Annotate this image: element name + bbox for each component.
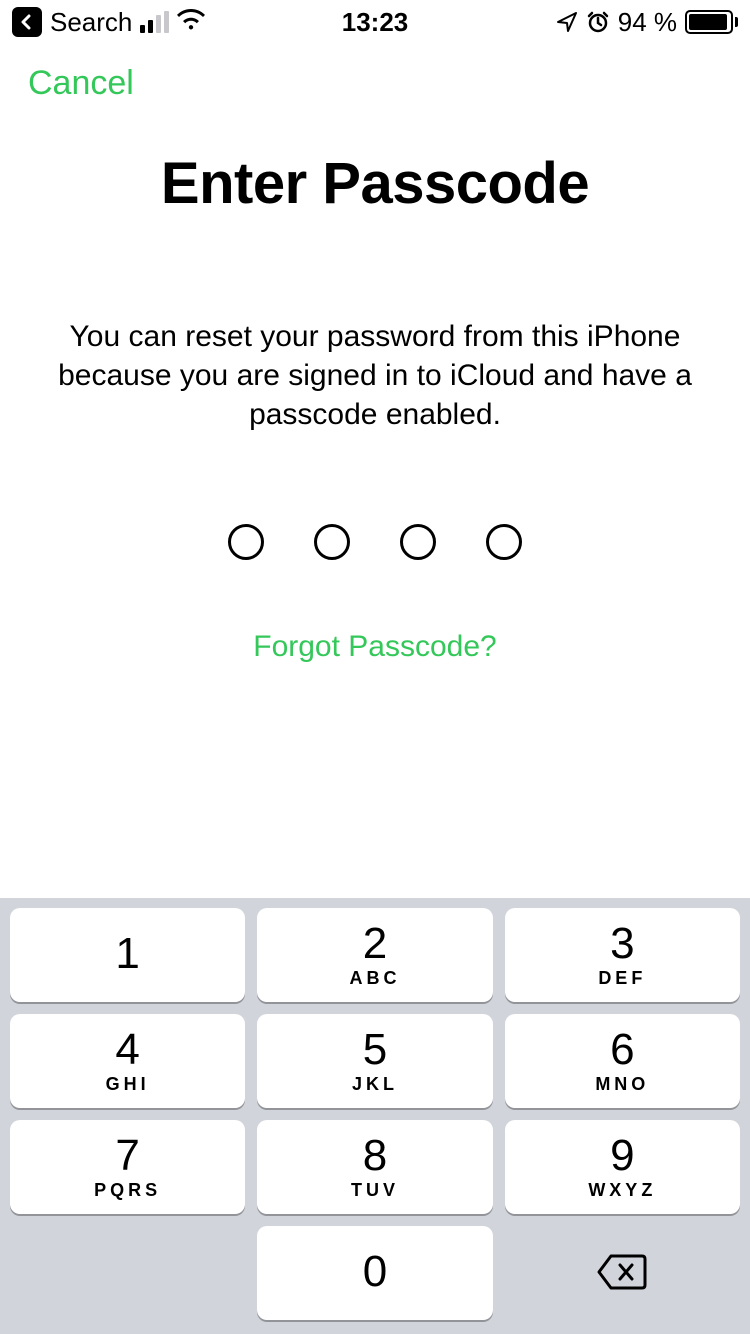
keypad-empty [10,1226,245,1320]
passcode-dot [314,524,350,560]
forgot-passcode-button[interactable]: Forgot Passcode? [253,630,496,664]
cellular-signal-icon [140,11,169,33]
numeric-keypad: 1 2 ABC 3 DEF 4 GHI 5 JKL 6 MNO 7 PQRS 8 [0,898,750,1334]
battery-percent: 94 % [618,7,677,38]
keypad-key-4[interactable]: 4 GHI [10,1014,245,1108]
key-digit: 0 [363,1250,387,1294]
key-digit: 4 [115,1028,139,1072]
key-letters: GHI [106,1074,150,1095]
key-digit: 2 [363,922,387,966]
keypad-key-0[interactable]: 0 [257,1226,492,1320]
key-letters: TUV [351,1180,399,1201]
key-digit: 3 [610,922,634,966]
key-digit: 6 [610,1028,634,1072]
battery-icon [685,10,738,34]
keypad-key-7[interactable]: 7 PQRS [10,1120,245,1214]
key-letters: DEF [598,968,646,989]
alarm-icon [586,10,610,34]
backspace-icon [596,1253,648,1294]
keypad-key-2[interactable]: 2 ABC [257,908,492,1002]
key-letters: PQRS [94,1180,161,1201]
key-digit: 7 [115,1134,139,1178]
keypad-key-6[interactable]: 6 MNO [505,1014,740,1108]
key-digit: 5 [363,1028,387,1072]
cancel-button[interactable]: Cancel [28,64,134,103]
passcode-dots [228,524,522,560]
location-icon [556,11,578,33]
page-title: Enter Passcode [161,150,589,217]
status-time: 13:23 [342,7,409,38]
key-digit: 1 [115,932,139,976]
key-letters: JKL [352,1074,398,1095]
keypad-delete-button[interactable] [505,1226,740,1320]
back-to-app-icon[interactable] [12,7,42,37]
key-letters: ABC [349,968,400,989]
wifi-icon [177,7,205,38]
keypad-key-1[interactable]: 1 [10,908,245,1002]
key-digit: 8 [363,1134,387,1178]
keypad-key-5[interactable]: 5 JKL [257,1014,492,1108]
back-to-app-label[interactable]: Search [50,7,132,38]
key-letters: WXYZ [588,1180,656,1201]
key-letters: MNO [595,1074,649,1095]
keypad-key-9[interactable]: 9 WXYZ [505,1120,740,1214]
status-left: Search [12,7,205,38]
status-bar: Search 13:23 94 % [0,0,750,44]
main-content: Enter Passcode You can reset your passwo… [0,122,750,898]
keypad-key-3[interactable]: 3 DEF [505,908,740,1002]
passcode-dot [400,524,436,560]
status-right: 94 % [556,7,738,38]
passcode-dot [486,524,522,560]
keypad-key-8[interactable]: 8 TUV [257,1120,492,1214]
description-text: You can reset your password from this iP… [50,317,700,434]
nav-bar: Cancel [0,44,750,122]
passcode-dot [228,524,264,560]
key-digit: 9 [610,1134,634,1178]
